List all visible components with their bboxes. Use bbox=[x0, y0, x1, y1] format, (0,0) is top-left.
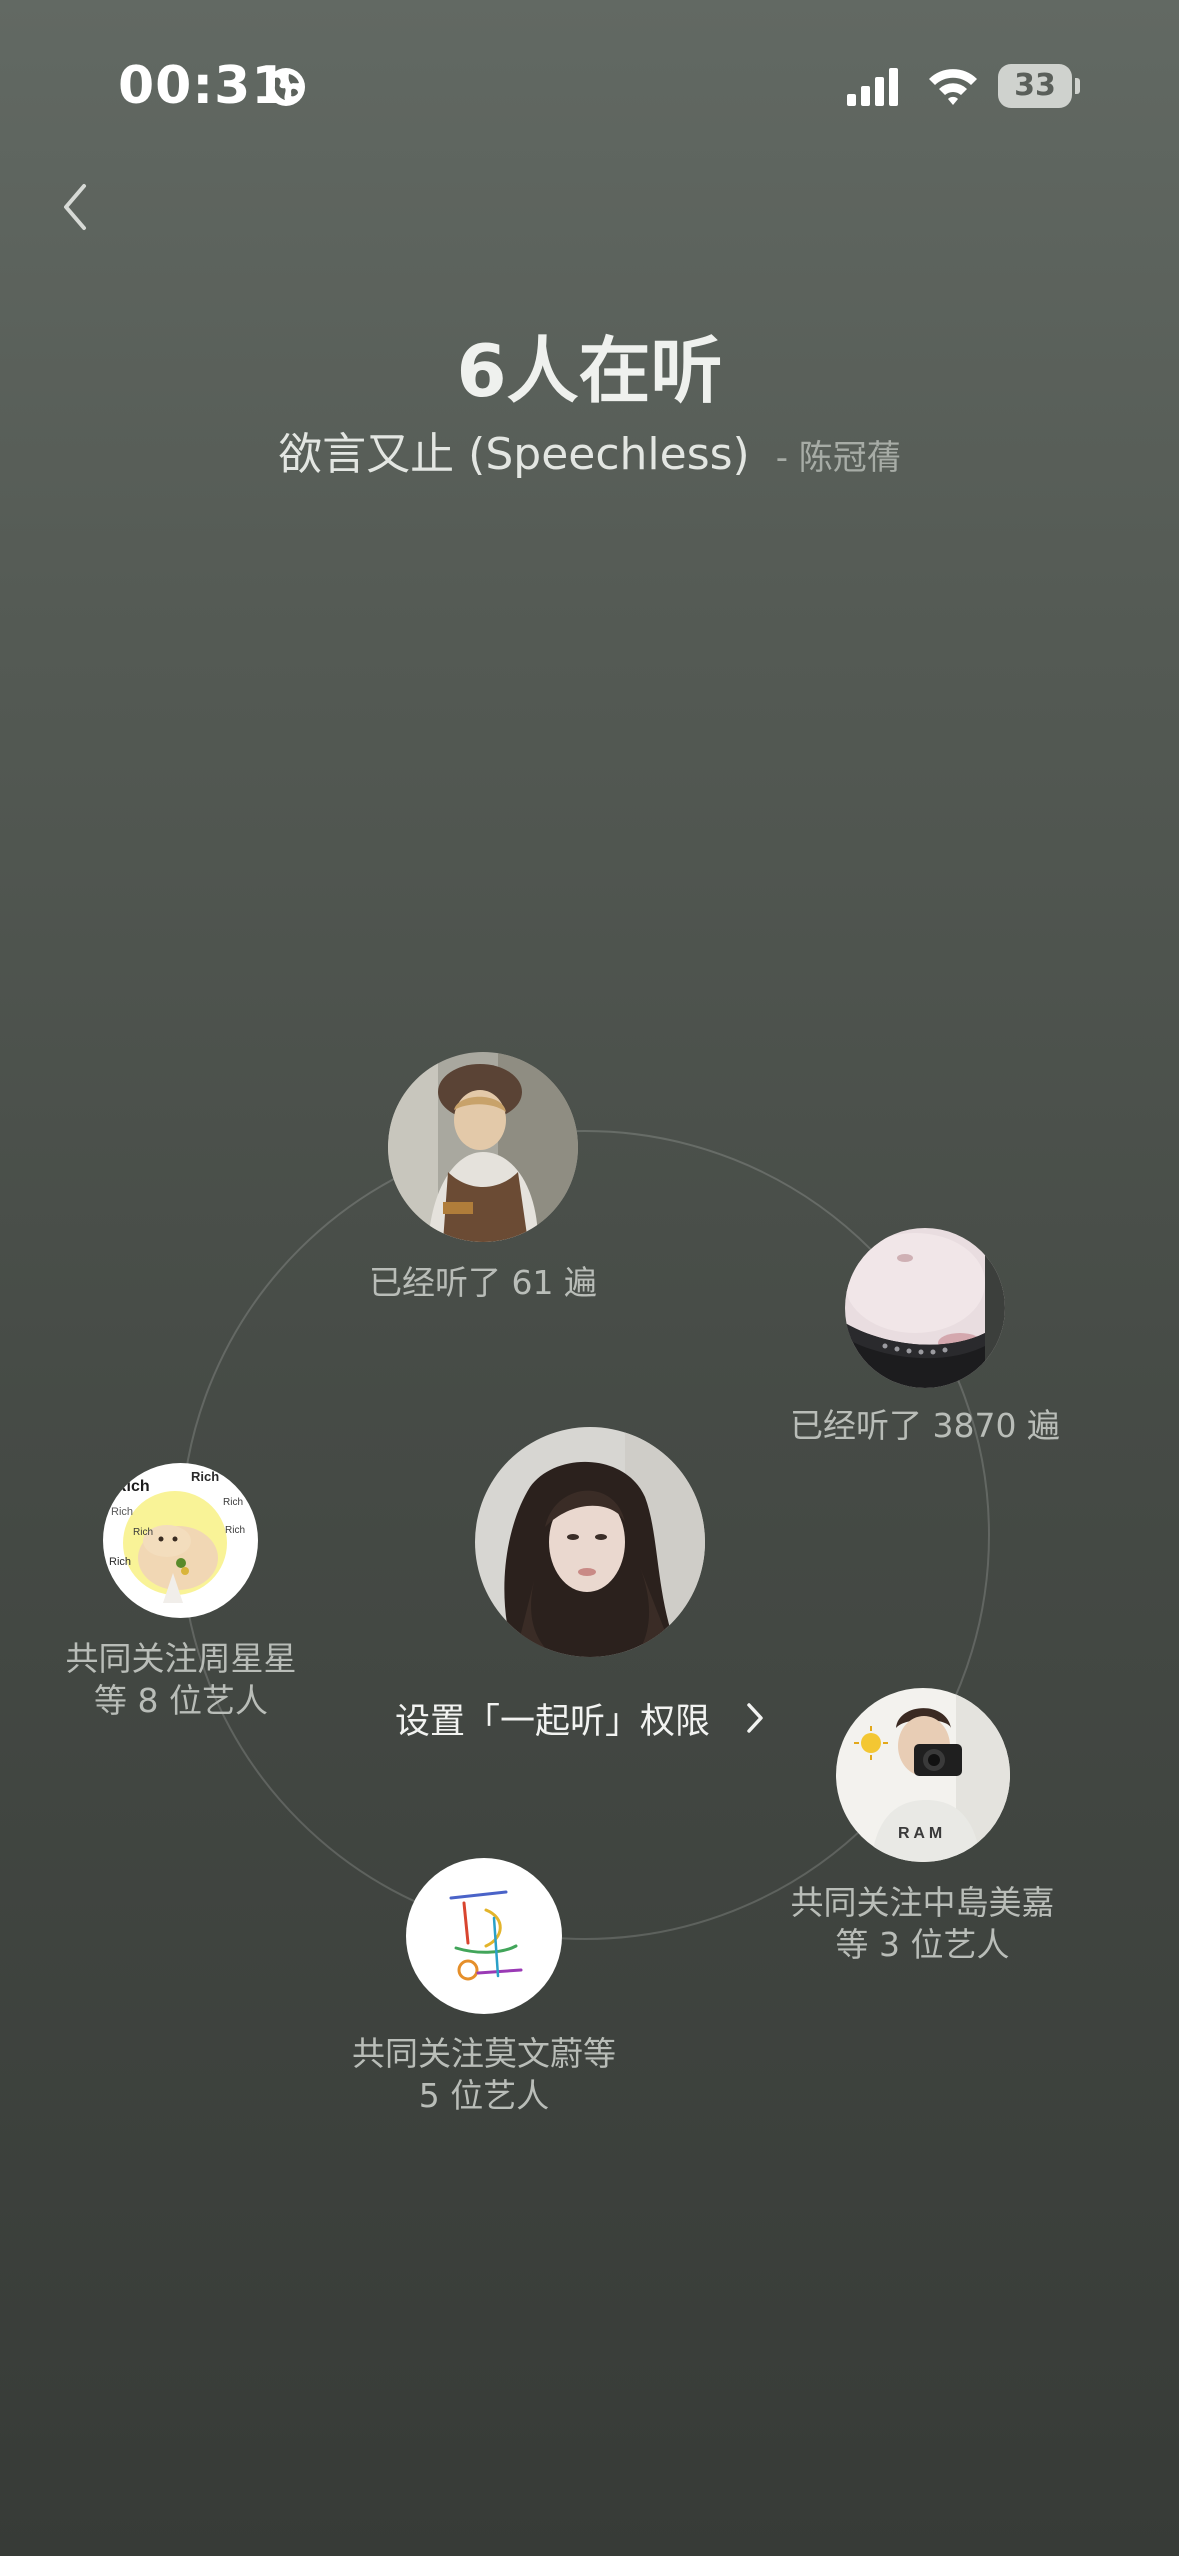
now-playing-subtitle: 欲言又止 (Speechless) - 陈冠蒨 bbox=[0, 418, 1179, 482]
svg-text:Rich: Rich bbox=[223, 1497, 243, 1508]
listener-count-title: 6人在听 bbox=[456, 329, 723, 413]
avatar-text: Rich bbox=[115, 1478, 150, 1495]
listener-label: 共同关注周星星等 8 位艺人 bbox=[65, 1639, 297, 1720]
status-time: 00:31 bbox=[118, 56, 289, 116]
cellular-signal-icon bbox=[847, 68, 898, 106]
listener-avatar[interactable]: Rich Rich Rich Rich Rich Rich Rich bbox=[103, 1463, 258, 1618]
chevron-right-icon bbox=[747, 1703, 763, 1733]
svg-text:Rich: Rich bbox=[191, 1469, 219, 1484]
listener-label: 共同关注中島美嘉等 3 位艺人 bbox=[790, 1883, 1055, 1964]
back-button[interactable] bbox=[48, 170, 118, 240]
battery-level: 33 bbox=[1014, 68, 1056, 103]
listener-label: 已经听了 61 遍 bbox=[369, 1263, 597, 1302]
listener-label: 已经听了 3870 遍 bbox=[790, 1406, 1060, 1445]
song-name: 欲言又止 (Speechless) bbox=[278, 429, 750, 480]
listener-avatar[interactable] bbox=[406, 1858, 562, 2014]
listener-avatar[interactable] bbox=[845, 1228, 1005, 1388]
chevron-left-icon bbox=[64, 184, 86, 230]
battery-icon: 33 bbox=[998, 64, 1080, 108]
svg-text:Rich: Rich bbox=[225, 1525, 245, 1536]
my-avatar[interactable] bbox=[475, 1427, 705, 1657]
status-bar: 00:31 33 bbox=[0, 0, 1179, 170]
wifi-icon bbox=[929, 69, 977, 105]
permission-settings-link[interactable]: 设置「一起听」权限 bbox=[395, 1693, 785, 1743]
permission-settings-label: 设置「一起听」权限 bbox=[395, 1702, 711, 1742]
svg-text:Rich: Rich bbox=[133, 1527, 153, 1538]
svg-text:Rich: Rich bbox=[111, 1506, 133, 1518]
globe-icon bbox=[267, 68, 305, 106]
svg-text:Rich: Rich bbox=[109, 1556, 131, 1568]
listener-label: 共同关注莫文蔚等 5 位艺人 bbox=[352, 2034, 616, 2115]
listener-avatar[interactable]: R A M bbox=[836, 1688, 1010, 1862]
listener-avatar[interactable] bbox=[388, 1052, 578, 1242]
artist-name: - 陈冠蒨 bbox=[775, 438, 901, 478]
svg-text:R A M: R A M bbox=[898, 1825, 942, 1842]
